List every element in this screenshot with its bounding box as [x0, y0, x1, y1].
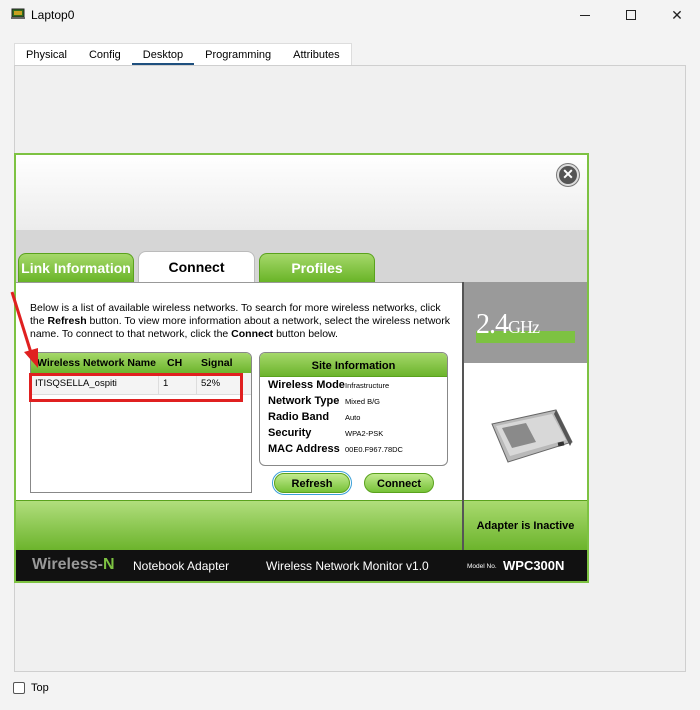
tab-attributes[interactable]: Attributes [282, 44, 351, 66]
model-number: WPC300N [503, 558, 565, 573]
site-key: MAC Address [268, 443, 340, 455]
site-row-mac-address: MAC Address 00E0.F967.78DC [260, 441, 447, 457]
wireless-card-icon [491, 409, 573, 463]
band-value: 2.4 [476, 309, 509, 340]
site-value: 00E0.F967.78DC [345, 445, 403, 454]
site-value: Mixed B/G [345, 397, 381, 406]
close-icon: ✕ [671, 6, 683, 23]
brand-logo: Wireless-N [32, 556, 115, 574]
site-row-wireless-mode: Wireless Mode Infrastructure [260, 377, 447, 393]
network-highlight-box [29, 373, 243, 402]
minimize-button[interactable] [562, 0, 608, 30]
minimize-icon [580, 14, 590, 16]
annotation-arrow-icon [10, 291, 38, 368]
top-checkbox[interactable] [13, 682, 25, 694]
site-key: Radio Band [268, 411, 330, 423]
app-header [16, 155, 587, 230]
site-row-network-type: Network Type Mixed B/G [260, 393, 447, 409]
connect-instructions: Below is a list of available wireless ne… [30, 302, 458, 341]
brand-n: N [103, 556, 115, 573]
maximize-button[interactable] [608, 0, 654, 30]
col-network-name: Wireless Network Name [37, 357, 156, 369]
model-label: Model No. [467, 563, 497, 570]
tab-connect[interactable]: Connect [138, 251, 255, 282]
tab-link-information[interactable]: Link Information [18, 253, 134, 282]
tab-programming[interactable]: Programming [194, 44, 283, 66]
site-key: Network Type [268, 395, 340, 407]
maximize-icon [626, 10, 636, 20]
app-footer: Wireless-N Notebook Adapter Wireless Net… [16, 550, 587, 581]
col-channel: CH [167, 357, 183, 369]
band-badge: 2.4GHz [464, 282, 587, 363]
site-key: Security [268, 427, 312, 439]
title-bar: Laptop0 ✕ [0, 0, 700, 30]
adapter-status: Adapter is Inactive [464, 500, 587, 550]
device-tabs: Physical Config Desktop Programming Attr… [14, 43, 352, 66]
desc-text-3: button below. [273, 328, 338, 340]
connect-button[interactable]: Connect [364, 473, 434, 493]
footer-monitor: Wireless Network Monitor v1.0 [266, 559, 429, 573]
site-value: Auto [345, 413, 361, 422]
refresh-button[interactable]: Refresh [272, 471, 352, 495]
close-button[interactable]: ✕ [654, 0, 700, 30]
window-title: Laptop0 [31, 8, 75, 22]
tab-profiles[interactable]: Profiles [259, 253, 375, 282]
site-row-security: Security WPA2-PSK [260, 425, 447, 441]
adapter-panel: 2.4GHz Adapter is Inactive [464, 282, 587, 550]
green-strip [16, 500, 462, 550]
band-unit: GHz [508, 317, 540, 337]
brand-text: Wireless- [32, 556, 103, 573]
desc-connect-bold: Connect [231, 328, 274, 340]
site-row-radio-band: Radio Band Auto [260, 409, 447, 425]
network-list-header: Wireless Network Name CH Signal [31, 353, 251, 373]
site-information-title: Site Information [260, 353, 447, 377]
tab-desktop[interactable]: Desktop [131, 44, 195, 66]
pc-wireless-app: ✕ Link Information Connect Profiles Belo… [14, 153, 589, 583]
tab-physical[interactable]: Physical [15, 44, 78, 66]
app-close-icon[interactable]: ✕ [557, 164, 579, 186]
site-key: Wireless Mode [268, 379, 345, 391]
laptop-app-icon [11, 8, 25, 19]
site-value: WPA2-PSK [345, 429, 384, 438]
footer-product: Notebook Adapter [133, 559, 230, 573]
band-label: 2.4GHz [476, 309, 540, 341]
top-checkbox-label: Top [31, 682, 49, 694]
tab-config[interactable]: Config [77, 44, 132, 66]
desc-refresh-bold: Refresh [47, 315, 87, 327]
site-information: Site Information Wireless Mode Infrastruc… [259, 352, 448, 466]
site-value: Infrastructure [345, 381, 390, 390]
col-signal: Signal [201, 357, 233, 369]
